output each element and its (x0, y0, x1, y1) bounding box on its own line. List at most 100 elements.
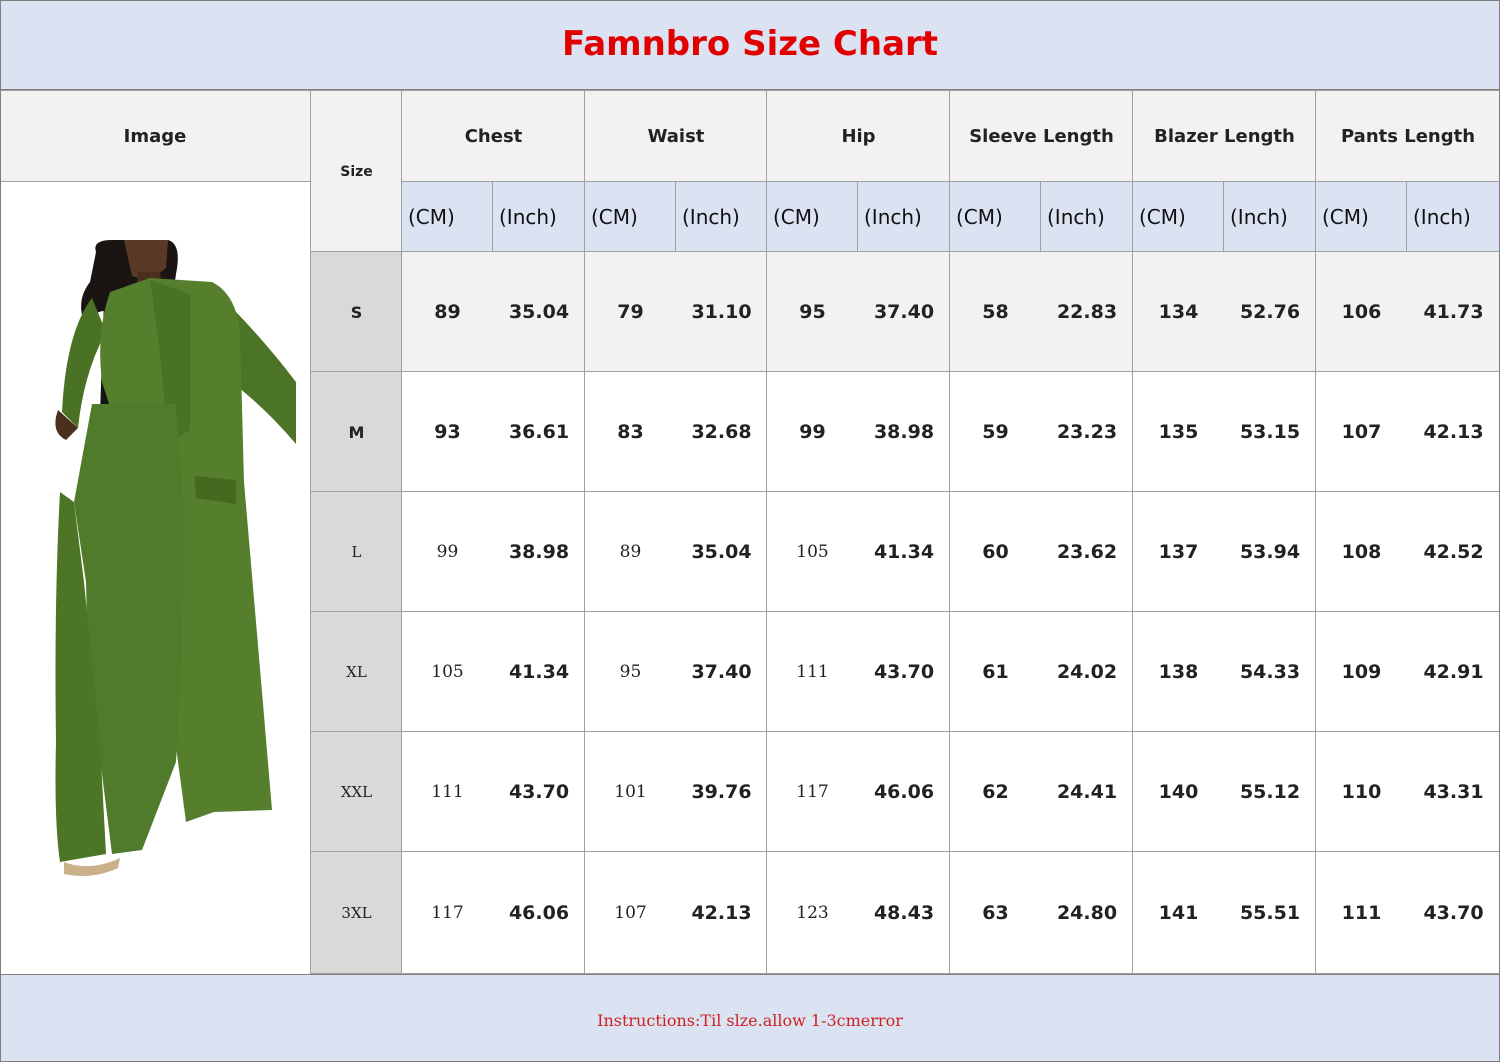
value-inch: 43.31 (1423, 781, 1484, 803)
value-inch: 23.23 (1056, 421, 1118, 443)
chart-title: Famnbro Size Chart (561, 24, 939, 64)
grid-line (311, 611, 1500, 612)
value-inch: 41.34 (508, 661, 570, 683)
value-cm: 117 (431, 903, 464, 923)
size-label: L (311, 492, 402, 612)
unit-inch-header: (Inch) (1407, 182, 1500, 252)
value-cm: 123 (796, 903, 829, 923)
value-cm: 108 (1341, 541, 1382, 563)
value-cm: 99 (799, 421, 826, 443)
value-cm: 106 (1316, 252, 1407, 372)
value-inch: 37.40 (691, 661, 752, 683)
value-inch: 55.12 (1239, 781, 1301, 803)
value-inch: 22.83 (1041, 252, 1133, 372)
unit-cm-header: (CM) (585, 182, 676, 252)
grid-line (1223, 182, 1224, 252)
value-inch: 43.70 (1423, 902, 1484, 924)
value-cm: 95 (619, 662, 642, 682)
value-cm: 138 (1158, 661, 1199, 683)
size-label: XL (311, 612, 402, 732)
value-inch: 53.94 (1239, 541, 1301, 563)
size-label: M (311, 372, 402, 492)
grid-line (402, 181, 1500, 182)
value-cm: 61 (982, 661, 1009, 683)
value-inch: 53.15 (1239, 421, 1301, 443)
unit-inch-header: (Inch) (1041, 182, 1133, 252)
value-cm: 134 (1133, 252, 1224, 372)
size-label: 3XL (311, 852, 402, 974)
value-cm: 58 (950, 252, 1041, 372)
group-header: Hip (767, 91, 950, 182)
group-header: Blazer Length (1133, 91, 1316, 182)
group-header: Pants Length (1316, 91, 1500, 182)
value-cm: 135 (1158, 421, 1199, 443)
title-bar: Famnbro Size Chart (0, 0, 1500, 90)
value-inch: 46.06 (873, 781, 935, 803)
size-label: S (311, 252, 402, 372)
grid-line (311, 851, 1500, 852)
value-cm: 141 (1158, 902, 1199, 924)
value-inch: 41.73 (1407, 252, 1500, 372)
value-cm: 93 (434, 421, 461, 443)
grid-line (310, 90, 311, 974)
unit-inch-header: (Inch) (858, 182, 950, 252)
value-cm: 105 (431, 662, 464, 682)
value-cm: 140 (1158, 781, 1199, 803)
unit-cm-header: (CM) (1316, 182, 1407, 252)
value-cm: 107 (614, 903, 647, 923)
value-inch: 24.80 (1056, 902, 1118, 924)
unit-cm-header: (CM) (402, 182, 493, 252)
grid-line (0, 90, 1500, 91)
model-photo-icon (55, 240, 296, 876)
group-header: Waist (585, 91, 767, 182)
value-cm: 107 (1341, 421, 1382, 443)
value-inch: 23.62 (1056, 541, 1118, 563)
value-inch: 41.34 (873, 541, 935, 563)
grid-line (492, 182, 493, 252)
value-inch: 39.76 (691, 781, 752, 803)
value-cm: 60 (982, 541, 1009, 563)
value-inch: 31.10 (676, 252, 767, 372)
value-inch: 38.98 (508, 541, 570, 563)
value-cm: 95 (767, 252, 858, 372)
grid-line (584, 90, 585, 974)
value-inch: 35.04 (691, 541, 752, 563)
value-cm: 105 (796, 542, 829, 562)
unit-inch-header: (Inch) (493, 182, 585, 252)
grid-line (1315, 90, 1316, 974)
grid-line (1040, 182, 1041, 252)
product-image (0, 182, 310, 974)
size-label: XXL (311, 732, 402, 852)
group-header: Chest (402, 91, 585, 182)
unit-cm-header: (CM) (767, 182, 858, 252)
value-inch: 46.06 (508, 902, 570, 924)
value-inch: 37.40 (858, 252, 950, 372)
grid-line (401, 90, 402, 974)
value-inch: 32.68 (691, 421, 752, 443)
value-cm: 109 (1341, 661, 1382, 683)
unit-inch-header: (Inch) (676, 182, 767, 252)
image-header: Image (0, 91, 310, 182)
size-header: Size (311, 91, 402, 252)
grid-line (949, 90, 950, 974)
unit-inch-header: (Inch) (1224, 182, 1316, 252)
grid-line (1132, 90, 1133, 974)
value-inch: 38.98 (873, 421, 935, 443)
value-inch: 42.91 (1423, 661, 1484, 683)
value-cm: 59 (982, 421, 1009, 443)
grid-line (857, 182, 858, 252)
value-inch: 54.33 (1239, 661, 1301, 683)
value-inch: 24.41 (1056, 781, 1118, 803)
value-cm: 89 (619, 542, 642, 562)
value-inch: 52.76 (1224, 252, 1316, 372)
value-cm: 117 (796, 782, 829, 802)
value-inch: 43.70 (508, 781, 570, 803)
value-inch: 43.70 (873, 661, 935, 683)
grid-line (1406, 182, 1407, 252)
value-cm: 110 (1341, 781, 1382, 803)
value-cm: 89 (402, 252, 493, 372)
footer-bar: Instructions:Til slze.allow 1-3cmerror (0, 974, 1500, 1062)
value-cm: 62 (982, 781, 1009, 803)
footer-note: Instructions:Til slze.allow 1-3cmerror (597, 1011, 903, 1030)
value-cm: 111 (431, 782, 464, 802)
